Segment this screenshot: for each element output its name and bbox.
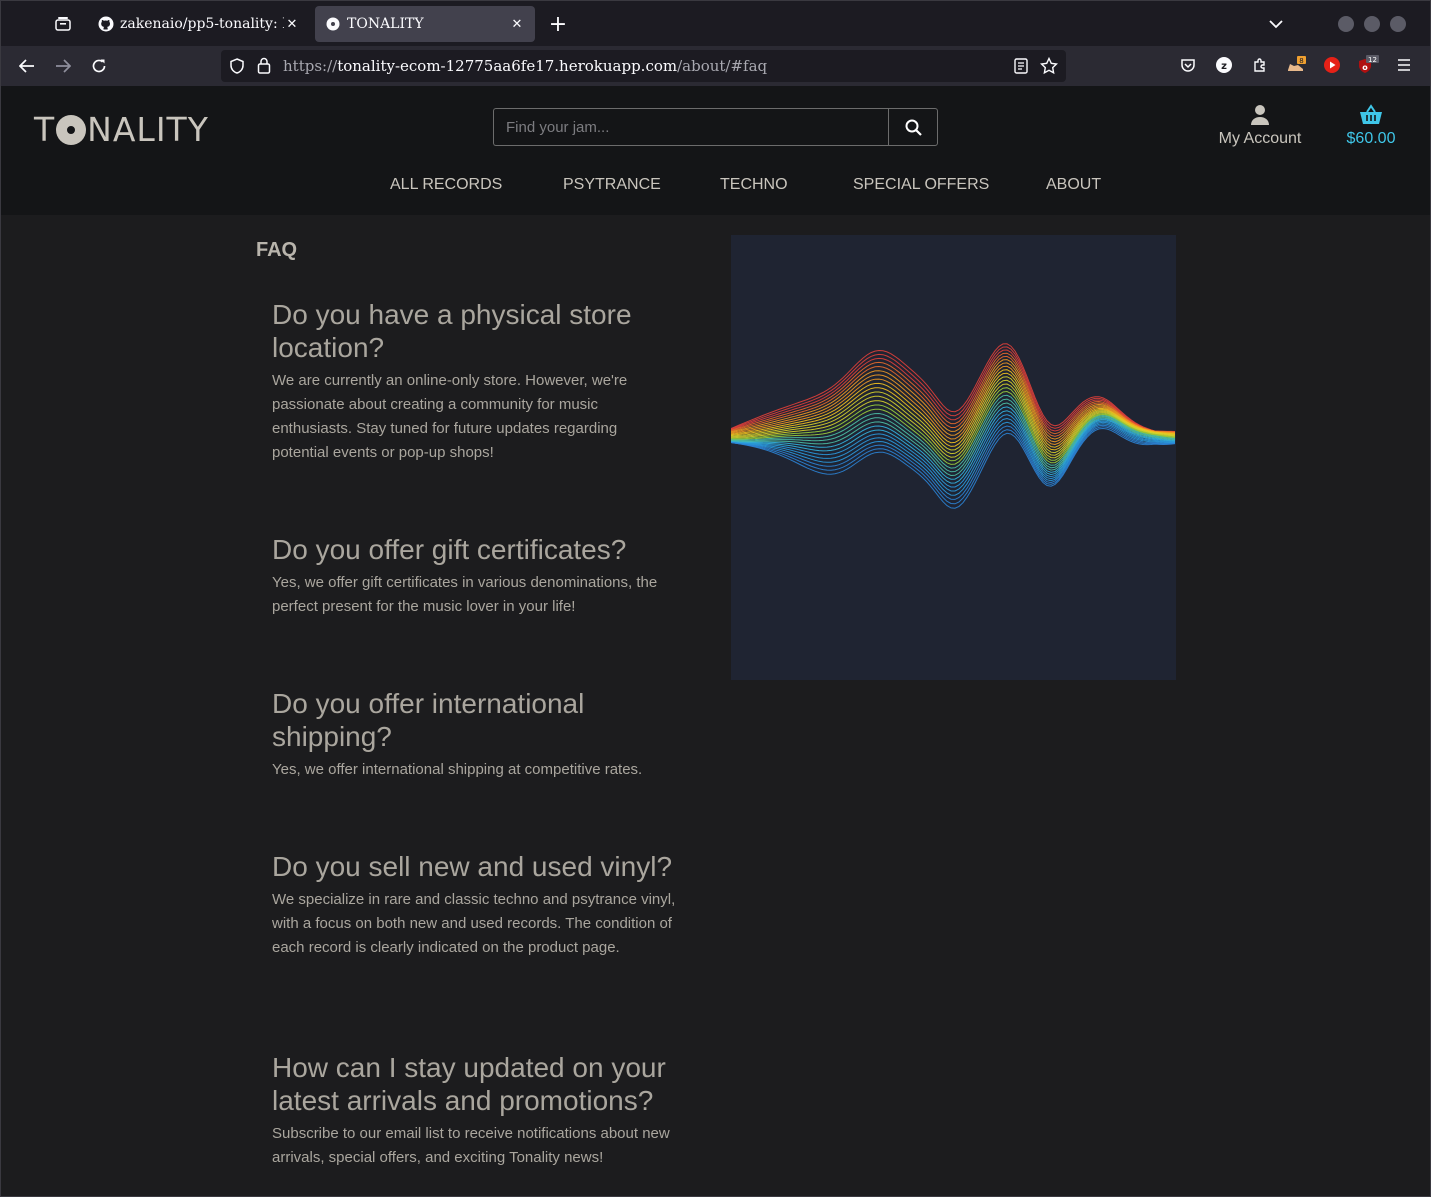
wave-line: [731, 426, 1176, 505]
nav-about[interactable]: ABOUT: [1046, 176, 1101, 194]
faq-item: How can I stay updated on your latest ar…: [272, 1051, 672, 1170]
faq-heading: FAQ: [256, 239, 298, 261]
reload-icon[interactable]: [85, 52, 113, 80]
vinyl-logo-icon: [56, 114, 87, 145]
pocket-icon[interactable]: [1177, 54, 1199, 76]
faq-item: Do you have a physical store location? W…: [272, 298, 652, 465]
close-tab-icon[interactable]: ✕: [284, 16, 300, 32]
extensions-puzzle-icon[interactable]: [1249, 54, 1271, 76]
faq-answer: We specialize in rare and classic techno…: [272, 891, 676, 956]
svg-text:o: o: [1362, 63, 1368, 72]
browser-toolbar: https://tonality-ecom-12775aa6fe17.herok…: [0, 46, 1431, 86]
new-tab-button[interactable]: +: [544, 10, 572, 38]
faq-question: How can I stay updated on your latest ar…: [272, 1052, 666, 1116]
chevron-down-icon[interactable]: [1264, 12, 1288, 36]
site-header: TNALITY My Account $60.00 ALL RECORDS PS…: [0, 86, 1431, 215]
tab-title: zakenaio/pp5-tonality: I: [120, 16, 284, 32]
search-button[interactable]: [888, 108, 938, 146]
wave-line: [731, 414, 1176, 488]
minimize-button[interactable]: [1338, 16, 1354, 32]
nav-psytrance[interactable]: PSYTRANCE: [563, 176, 661, 194]
close-tab-icon[interactable]: ✕: [509, 16, 525, 32]
address-bar[interactable]: https://tonality-ecom-12775aa6fe17.herok…: [221, 50, 1066, 82]
faq-item: Do you offer international shipping? Yes…: [272, 687, 642, 782]
tab-tonality[interactable]: TONALITY ✕: [315, 6, 535, 42]
search-icon: [905, 119, 922, 136]
bookmark-star-icon[interactable]: [1039, 56, 1059, 79]
faq-answer: Subscribe to our email list to receive n…: [272, 1125, 670, 1166]
svg-text:z: z: [1221, 61, 1227, 72]
my-account-label: My Account: [1218, 130, 1302, 147]
search-input[interactable]: [493, 108, 888, 146]
faq-question: Do you offer gift certificates?: [272, 534, 627, 565]
cart-link[interactable]: $60.00: [1340, 104, 1402, 148]
nav-all-records[interactable]: ALL RECORDS: [390, 176, 502, 194]
faq-question: Do you sell new and used vinyl?: [272, 851, 673, 882]
shopping-basket-icon: [1340, 104, 1402, 128]
shield-icon[interactable]: [229, 58, 245, 78]
svg-text:12: 12: [1368, 56, 1377, 64]
forward-arrow-icon[interactable]: [49, 52, 77, 80]
faq-answer: We are currently an online-only store. H…: [272, 372, 628, 461]
lock-icon[interactable]: [257, 57, 271, 78]
my-account-link[interactable]: My Account: [1212, 104, 1308, 148]
faq-question: Do you have a physical store location?: [272, 299, 632, 363]
search-form: [493, 108, 938, 146]
reader-view-icon[interactable]: [1014, 58, 1028, 78]
sound-wave-image: [731, 235, 1176, 680]
url-text[interactable]: https://tonality-ecom-12775aa6fe17.herok…: [283, 57, 767, 75]
faq-answer: Yes, we offer gift certificates in vario…: [272, 574, 658, 615]
faq-answer: Yes, we offer international shipping at …: [272, 761, 643, 778]
github-icon: [98, 16, 114, 32]
tab-overview-icon[interactable]: [46, 8, 80, 40]
faq-section: FAQ Do you have a physical store locatio…: [0, 215, 1431, 1197]
user-icon: [1212, 104, 1308, 128]
back-arrow-icon[interactable]: [13, 52, 41, 80]
ublock-icon[interactable]: o 12: [1357, 54, 1379, 76]
hamburger-menu-icon[interactable]: [1393, 54, 1415, 76]
site-logo[interactable]: T NALITY: [34, 110, 209, 149]
wave-line: [731, 424, 1176, 500]
nav-special-offers[interactable]: SPECIAL OFFERS: [853, 176, 989, 194]
faq-item: Do you offer gift certificates? Yes, we …: [272, 533, 692, 619]
zotero-icon[interactable]: z: [1213, 54, 1235, 76]
cart-total: $60.00: [1346, 130, 1396, 147]
nav-techno[interactable]: TECHNO: [720, 176, 788, 194]
svg-text:8: 8: [1299, 57, 1303, 65]
main-nav: ALL RECORDS PSYTRANCE TECHNO SPECIAL OFF…: [0, 176, 1431, 198]
vinyl-icon: [325, 16, 341, 32]
close-window-button[interactable]: [1390, 16, 1406, 32]
faq-item: Do you sell new and used vinyl? We speci…: [272, 850, 692, 960]
tab-github[interactable]: zakenaio/pp5-tonality: I ✕: [88, 6, 310, 42]
faq-question: Do you offer international shipping?: [272, 688, 585, 752]
tab-title: TONALITY: [347, 16, 424, 32]
maximize-button[interactable]: [1364, 16, 1380, 32]
sneaker-extension-icon[interactable]: 8: [1285, 54, 1307, 76]
sound-wave-graphic: [731, 343, 1176, 509]
youtube-icon[interactable]: [1321, 54, 1343, 76]
browser-tab-bar: zakenaio/pp5-tonality: I ✕ TONALITY ✕ +: [0, 0, 1431, 46]
